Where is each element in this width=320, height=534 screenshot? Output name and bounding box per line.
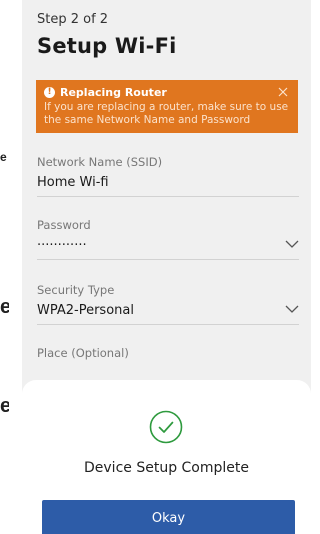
page-title: Setup Wi-Fi [37, 34, 177, 58]
alert-title: Replacing Router [60, 86, 167, 99]
backdrop-text-fragment: e [0, 395, 9, 417]
backdrop-text-fragment: e [0, 150, 7, 164]
exclamation-icon: ! [44, 87, 55, 98]
alert-message: If you are replacing a router, make sure… [44, 101, 289, 126]
password-label: Password [37, 218, 91, 232]
ssid-label: Network Name (SSID) [37, 155, 163, 169]
screen: e e e Step 2 of 2 Setup Wi-Fi ! Replacin… [0, 0, 311, 534]
ssid-input[interactable]: Home Wi-fi [37, 175, 299, 197]
replacing-router-alert: ! Replacing Router If you are replacing … [36, 80, 298, 133]
device-edge [14, 0, 22, 534]
chevron-down-icon[interactable] [285, 240, 299, 249]
dialog-message: Device Setup Complete [84, 460, 249, 476]
backdrop-text-fragment: e [0, 296, 9, 318]
step-indicator: Step 2 of 2 [37, 12, 109, 27]
security-type-field[interactable]: Security Type WPA2-Personal [37, 283, 299, 325]
password-field[interactable]: Password ············ [37, 218, 299, 260]
close-icon[interactable] [276, 85, 290, 99]
security-type-value: WPA2-Personal [37, 303, 134, 318]
place-field[interactable]: Place (Optional) [37, 346, 299, 366]
password-input[interactable]: ············ [37, 238, 299, 260]
chevron-down-icon[interactable] [285, 305, 299, 314]
security-type-label: Security Type [37, 283, 115, 297]
password-value: ············ [37, 238, 87, 253]
wifi-setup-screen: Step 2 of 2 Setup Wi-Fi ! Replacing Rout… [22, 0, 311, 534]
check-circle-icon [149, 410, 183, 444]
okay-button[interactable]: Okay [42, 500, 295, 534]
setup-complete-dialog: Device Setup Complete Okay [22, 380, 311, 534]
place-label: Place (Optional) [37, 346, 129, 360]
ssid-field[interactable]: Network Name (SSID) Home Wi-fi [37, 155, 299, 197]
security-type-select[interactable]: WPA2-Personal [37, 303, 299, 325]
